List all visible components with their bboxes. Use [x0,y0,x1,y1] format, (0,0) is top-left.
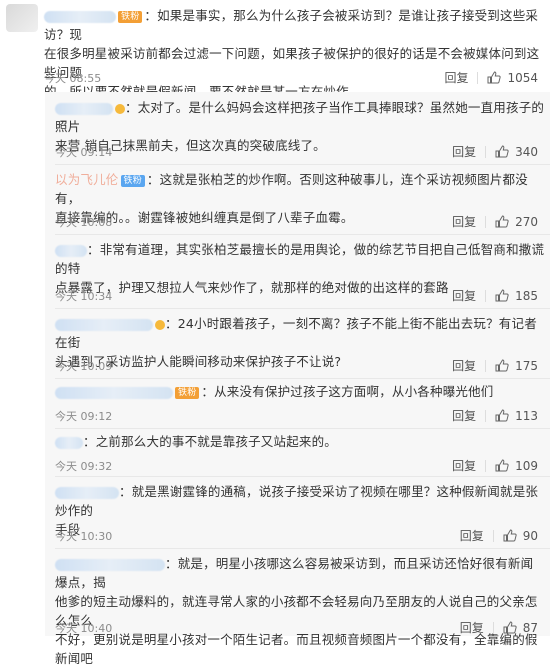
reply-item: ：就是，明星小孩哪这么容易被采访到，而且采访还恰好很有新闻爆点，揭 他爹的短主动… [45,550,550,666]
reply-text-line: ：非常有道理，其实张柏芝最擅长的是用舆论，做的综艺节目把自己低智商和撒谎的特 [55,242,545,276]
verified-badge-icon [115,103,125,114]
reply-list: ：太对了。是什么妈妈会这样把孩子当作工具捧眼球？虽然她一直用孩子的照片 来营 销… [45,92,550,666]
thumbs-up-icon[interactable] [495,289,509,302]
reply-button[interactable]: 回复 [460,619,484,636]
reply-time: 今天 10:08 [55,216,113,229]
reply-name-blurred[interactable] [55,486,119,499]
reply-item: ：太对了。是什么妈妈会这样把孩子当作工具捧眼球？虽然她一直用孩子的照片 来营 销… [45,92,550,160]
reply-text-line: 不好，更别说是明星小孩对一个陌生记者。而且视频音频图片一个都没有，全靠编的假新闻… [55,632,538,666]
like-count: 87 [522,620,538,635]
thumbs-up-icon[interactable] [503,529,517,542]
thumbs-up-icon[interactable] [495,409,509,422]
fans-badge: 铁粉 [118,10,143,23]
divider [485,459,487,472]
divider [485,409,487,422]
commenter-name-blurred[interactable] [44,10,116,23]
divider [477,71,479,84]
reply-time: 今天 10:34 [55,290,113,303]
reply-time: 今天 10:40 [55,622,113,635]
avatar[interactable] [6,4,38,32]
like-count: 270 [515,214,538,229]
thumbs-up-icon[interactable] [495,145,509,158]
like-count: 113 [515,408,538,423]
reply-item: ：非常有道理，其实张柏芝最擅长的是用舆论，做的综艺节目把自己低智商和撒谎的特 点… [45,236,550,304]
reply-button[interactable]: 回复 [452,407,476,424]
reply-button[interactable]: 回复 [460,527,484,544]
reply-name-blurred[interactable] [55,102,113,115]
divider [55,476,550,477]
divider [492,621,494,634]
like-count: 90 [522,528,538,543]
fans-badge: 铁粉 [175,386,200,399]
divider [485,145,487,158]
divider [55,548,550,549]
thumbs-up-icon[interactable] [495,359,509,372]
reply-button[interactable]: 回复 [452,457,476,474]
divider [55,308,550,309]
reply-item: 以为飞儿伦 铁粉 ：这就是张柏芝的炒作啊。否则这种破事儿，连个采访视频图片都没有， … [45,166,550,232]
verified-badge-icon [155,319,165,330]
reply-name-blurred[interactable] [55,244,87,257]
reply-name[interactable]: 以为飞儿伦 [55,172,119,187]
like-count: 340 [515,144,538,159]
divider [492,529,494,542]
reply-time: 今天 10:30 [55,530,113,543]
reply-item: ：之前那么大的事不就是靠孩子又站起来的。 今天 09:32 回复 109 [45,430,550,474]
reply-button[interactable]: 回复 [452,287,476,304]
divider [485,289,487,302]
reply-button[interactable]: 回复 [452,143,476,160]
like-count: 1054 [507,70,538,85]
thumbs-up-icon[interactable] [503,621,517,634]
reply-item: ：就是黑谢霆锋的通稿，说孩子接受采访了视频在哪里？这种假新闻就是张炒作的 手段 … [45,478,550,544]
reply-name-blurred[interactable] [55,436,83,449]
reply-button[interactable]: 回复 [444,69,468,86]
reply-button[interactable]: 回复 [452,213,476,230]
reply-time: 今天 09:32 [55,460,113,473]
reply-time: 今天 09:12 [55,410,113,423]
thumbs-up-icon[interactable] [495,459,509,472]
divider [55,428,550,429]
divider [485,215,487,228]
reply-time: 今天 09:14 [55,146,113,159]
fans-badge: 铁粉 [120,174,145,187]
reply-name-blurred[interactable] [55,558,165,571]
divider [55,234,550,235]
reply-time: 今天 10:09 [55,360,113,373]
reply-text-line: ：从来没有保护过孩子这方面啊，从小各种曝光他们 [201,384,494,399]
like-count: 185 [515,288,538,303]
reply-text-line: ：太对了。是什么妈妈会这样把孩子当作工具捧眼球？虽然她一直用孩子的照片 [55,100,545,134]
reply-text-line: 点暴露了，护理又想拉人气来炒作了，就那样的绝对做的出这样的套路 [55,280,449,295]
thumbs-up-icon[interactable] [495,215,509,228]
comment-time: 今天 08:55 [44,72,102,85]
reply-button[interactable]: 回复 [452,357,476,374]
reply-text-line: ：就是黑谢霆锋的通稿，说孩子接受采访了视频在哪里？这种假新闻就是张炒作的 [55,484,539,518]
main-comment: 铁粉 ：如果是事实，那么为什么孩子会被采访到？是谁让孩子接受到这些采访？现 在很多… [0,0,550,99]
like-count: 175 [515,358,538,373]
divider [485,359,487,372]
reply-text-line: ：之前那么大的事不就是靠孩子又站起来的。 [83,434,338,449]
divider [55,164,550,165]
reply-name-blurred[interactable] [55,318,153,331]
divider [55,378,550,379]
like-count: 109 [515,458,538,473]
reply-item: ：24小时跟着孩子，一刻不离？孩子不能上街不能出去玩？有记者在街 头遇到了采访监… [45,310,550,376]
comment-actions: 回复 1054 [444,69,538,86]
reply-item: 铁粉 ：从来没有保护过孩子这方面啊，从小各种曝光他们 今天 09:12 回复 11… [45,380,550,424]
reply-name-blurred[interactable] [55,386,173,399]
thumbs-up-icon[interactable] [487,71,502,84]
